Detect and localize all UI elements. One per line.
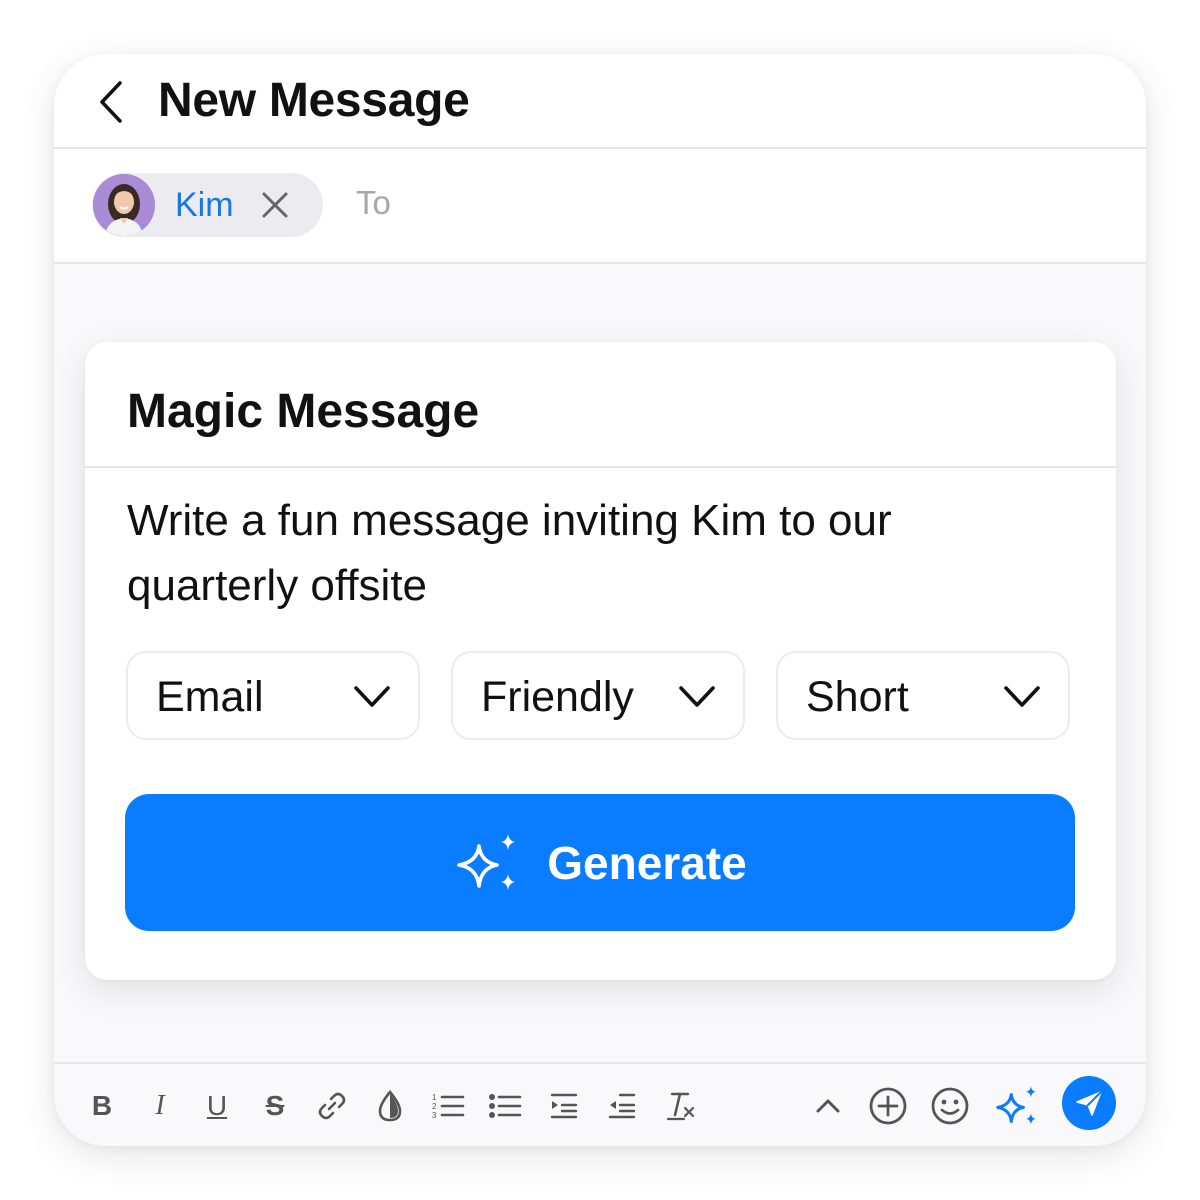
add-button[interactable]	[866, 1084, 910, 1128]
underline-button[interactable]: U	[197, 1086, 237, 1126]
magic-message-panel: Magic Message Write a fun message inviti…	[85, 342, 1116, 980]
tone-select[interactable]: Friendly	[451, 651, 745, 740]
italic-button[interactable]: I	[140, 1086, 180, 1126]
remove-recipient-button[interactable]	[260, 190, 290, 220]
add-icon	[869, 1087, 907, 1125]
panel-title: Magic Message	[127, 385, 480, 438]
recipient-name: Kim	[175, 186, 234, 224]
svg-text:3: 3	[432, 1111, 437, 1120]
send-button[interactable]	[1062, 1076, 1116, 1130]
clear-format-button[interactable]	[660, 1086, 700, 1126]
avatar	[93, 174, 155, 236]
sparkles-icon	[457, 833, 516, 890]
link-button[interactable]	[312, 1086, 352, 1126]
bulleted-list-button[interactable]	[485, 1086, 525, 1126]
link-icon	[318, 1092, 346, 1120]
recipient-chip[interactable]: Kim	[92, 173, 323, 237]
emoji-button[interactable]	[928, 1084, 972, 1128]
bulleted-list-icon	[489, 1094, 522, 1118]
indent-button[interactable]	[544, 1086, 584, 1126]
to-input[interactable]: To	[356, 183, 391, 223]
clear-format-icon	[666, 1092, 695, 1121]
strikethrough-icon: S	[265, 1090, 285, 1121]
length-select-value: Short	[806, 673, 909, 721]
recipient-row: Kim To	[54, 149, 1146, 264]
chevron-down-icon	[679, 686, 715, 707]
send-icon	[1076, 1091, 1102, 1116]
chevron-down-icon	[1004, 686, 1040, 707]
length-select[interactable]: Short	[776, 651, 1070, 740]
tone-select-value: Friendly	[481, 673, 634, 721]
numbered-list-button[interactable]: 1 2 3	[428, 1086, 468, 1126]
text-color-button[interactable]	[370, 1086, 410, 1126]
emoji-icon	[931, 1087, 969, 1125]
prompt-input[interactable]: Write a fun message inviting Kim to our …	[127, 488, 1047, 618]
strikethrough-button[interactable]: S	[255, 1086, 295, 1126]
outdent-button[interactable]	[602, 1086, 642, 1126]
chevron-down-icon	[354, 686, 390, 707]
chevron-up-icon	[816, 1099, 840, 1113]
page-title: New Message	[158, 74, 470, 127]
format-select-value: Email	[156, 673, 264, 721]
format-toolbar: B I U S 1 2 3	[54, 1062, 1146, 1146]
italic-icon: I	[155, 1090, 165, 1121]
magic-message-button[interactable]	[992, 1084, 1040, 1128]
bold-button[interactable]: B	[82, 1086, 122, 1126]
outdent-icon	[608, 1093, 636, 1119]
collapse-toolbar-button[interactable]	[808, 1086, 848, 1126]
bold-icon: B	[91, 1090, 113, 1121]
compose-window: New Message Kim To Magic Message Write a…	[54, 54, 1146, 1146]
indent-icon	[550, 1093, 578, 1119]
sparkles-icon	[996, 1086, 1036, 1125]
format-select[interactable]: Email	[126, 651, 420, 740]
svg-text:1: 1	[432, 1093, 437, 1102]
numbered-list-icon: 1 2 3	[432, 1093, 465, 1120]
underline-icon: U	[206, 1090, 228, 1121]
compose-header: New Message	[54, 54, 1146, 149]
svg-text:2: 2	[432, 1102, 437, 1111]
close-icon	[262, 192, 288, 218]
back-button[interactable]	[96, 80, 126, 124]
generate-label: Generate	[547, 836, 747, 889]
divider	[85, 466, 1116, 468]
chevron-left-icon	[100, 81, 122, 123]
generate-button[interactable]: Generate	[125, 794, 1075, 931]
text-color-icon	[378, 1089, 402, 1122]
